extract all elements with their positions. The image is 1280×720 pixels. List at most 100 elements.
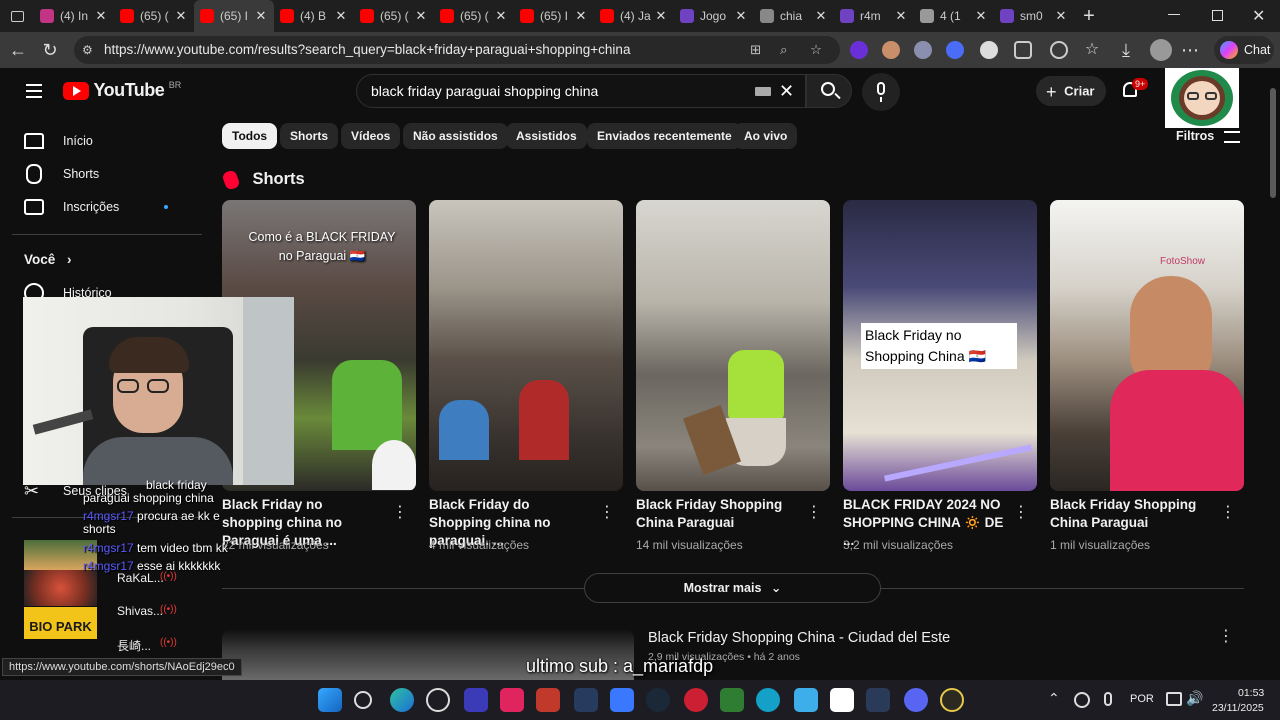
short-thumbnail[interactable] bbox=[636, 200, 830, 491]
language-indicator[interactable]: POR bbox=[1130, 693, 1154, 705]
close-tab-icon[interactable]: ✕ bbox=[974, 8, 988, 24]
app-icon[interactable] bbox=[536, 688, 560, 712]
search-input[interactable]: black friday paraguai shopping china ✕ bbox=[356, 74, 806, 108]
browser-tab[interactable]: sm0 ✕ bbox=[994, 0, 1074, 32]
close-tab-icon[interactable]: ✕ bbox=[174, 8, 188, 24]
clock-time[interactable]: 01:53 bbox=[1238, 687, 1264, 699]
chip-assistidos[interactable]: Assistidos bbox=[506, 123, 587, 149]
close-tab-icon[interactable]: ✕ bbox=[1054, 8, 1068, 24]
site-info-icon[interactable]: ⚙ bbox=[82, 36, 93, 64]
extension-icon[interactable] bbox=[980, 41, 998, 59]
extension-icon[interactable] bbox=[914, 41, 932, 59]
filters-button[interactable]: Filtros bbox=[1176, 129, 1240, 143]
capcut-icon[interactable] bbox=[830, 688, 854, 712]
chip-shorts[interactable]: Shorts bbox=[280, 123, 339, 149]
chip-todos[interactable]: Todos bbox=[222, 123, 278, 149]
close-tab-icon[interactable]: ✕ bbox=[814, 8, 828, 24]
favorites-icon[interactable]: ☆ bbox=[1080, 38, 1104, 62]
notepad-icon[interactable] bbox=[794, 688, 818, 712]
chip-videos[interactable]: Vídeos bbox=[341, 123, 401, 149]
close-tab-icon[interactable]: ✕ bbox=[94, 8, 108, 24]
extensions-puzzle-icon[interactable] bbox=[1014, 41, 1032, 59]
more-options-icon[interactable]: ⋮ bbox=[806, 502, 822, 522]
chip-ao-vivo[interactable]: Ao vivo bbox=[734, 123, 798, 149]
close-tab-icon[interactable]: ✕ bbox=[494, 8, 508, 24]
tray-chevron-icon[interactable]: ⌃ bbox=[1048, 690, 1060, 707]
close-tab-icon[interactable]: ✕ bbox=[654, 8, 668, 24]
close-tab-icon[interactable]: ✕ bbox=[254, 8, 268, 24]
copilot-chat-button[interactable]: Chat bbox=[1214, 36, 1274, 64]
video-title[interactable]: Black Friday Shopping China - Ciudad del… bbox=[648, 630, 950, 646]
refresh-icon[interactable]: ↻ bbox=[38, 38, 62, 62]
app-icon[interactable] bbox=[426, 688, 450, 712]
close-tab-icon[interactable]: ✕ bbox=[894, 8, 908, 24]
app-available-icon[interactable]: ⊞ bbox=[750, 36, 761, 64]
app-icon[interactable] bbox=[610, 688, 634, 712]
close-tab-icon[interactable]: ✕ bbox=[334, 8, 348, 24]
minimize-button[interactable] bbox=[1168, 14, 1180, 15]
maximize-button[interactable] bbox=[1212, 10, 1223, 21]
edge-icon[interactable] bbox=[390, 688, 414, 712]
clock-date[interactable]: 23/11/2025 bbox=[1212, 702, 1264, 714]
tab-actions-icon[interactable] bbox=[0, 0, 34, 32]
channel-avatar[interactable] bbox=[1165, 68, 1239, 128]
app-icon[interactable] bbox=[720, 688, 744, 712]
downloads-icon[interactable]: ⤓ bbox=[1114, 38, 1138, 62]
extension-icon[interactable] bbox=[946, 41, 964, 59]
browser-tab[interactable]: (4) In ✕ bbox=[34, 0, 114, 32]
browser-tab[interactable]: r4m ✕ bbox=[834, 0, 914, 32]
volume-icon[interactable]: 🔊 bbox=[1186, 690, 1203, 707]
premiere-icon[interactable] bbox=[464, 688, 488, 712]
extension-icon[interactable] bbox=[850, 41, 868, 59]
chip-nao-assistidos[interactable]: Não assistidos bbox=[403, 123, 508, 149]
chip-enviados-recentemente[interactable]: Enviados recentemente bbox=[587, 123, 742, 149]
browser-tab[interactable]: 4 (1 ✕ bbox=[914, 0, 994, 32]
browser-tab[interactable]: chia ✕ bbox=[754, 0, 834, 32]
app-icon[interactable] bbox=[684, 688, 708, 712]
short-thumbnail[interactable]: FotoShow bbox=[1050, 200, 1244, 491]
close-tab-icon[interactable]: ✕ bbox=[414, 8, 428, 24]
zoom-icon[interactable]: ⌕ bbox=[780, 36, 788, 64]
browser-tab[interactable]: Jogo ✕ bbox=[674, 0, 754, 32]
close-tab-icon[interactable]: ✕ bbox=[734, 8, 748, 24]
browser-tab[interactable]: (4) Ja ✕ bbox=[594, 0, 674, 32]
page-scrollbar[interactable] bbox=[1266, 68, 1280, 680]
start-icon[interactable] bbox=[318, 688, 342, 712]
new-tab-button[interactable]: + bbox=[1074, 5, 1104, 28]
short-thumbnail[interactable]: Black Friday no Shopping China 🇵🇾 bbox=[843, 200, 1037, 491]
notifications-button[interactable]: 9+ bbox=[1120, 78, 1149, 102]
subscription-channel[interactable]: BIO PARK Shivas... ((•)) bbox=[24, 603, 177, 639]
create-button[interactable]: + Criar bbox=[1036, 76, 1106, 106]
more-menu-icon[interactable]: ⋯ bbox=[1178, 38, 1202, 62]
more-options-icon[interactable]: ⋮ bbox=[599, 502, 615, 522]
address-bar[interactable]: ⚙ https://www.youtube.com/results?search… bbox=[74, 36, 840, 64]
more-options-icon[interactable]: ⋮ bbox=[1220, 502, 1236, 522]
app-icon[interactable] bbox=[574, 688, 598, 712]
sidebar-section-you[interactable]: Você › bbox=[24, 250, 72, 270]
browser-tab[interactable]: (65) I ✕ bbox=[194, 0, 274, 32]
close-window-button[interactable]: ✕ bbox=[1252, 6, 1265, 26]
back-arrow-icon[interactable]: ← bbox=[6, 38, 30, 62]
tray-app-icon[interactable] bbox=[1074, 692, 1090, 708]
search-icon[interactable] bbox=[354, 691, 372, 709]
more-options-icon[interactable]: ⋮ bbox=[1218, 626, 1234, 646]
voice-search-button[interactable] bbox=[862, 73, 900, 111]
close-tab-icon[interactable]: ✕ bbox=[574, 8, 588, 24]
show-more-button[interactable]: Mostrar mais ⌄ bbox=[584, 573, 881, 603]
short-title[interactable]: Black Friday Shopping China Paraguai bbox=[636, 496, 801, 532]
scrollbar-thumb[interactable] bbox=[1270, 88, 1276, 198]
clear-search-icon[interactable]: ✕ bbox=[779, 75, 794, 107]
steam-icon[interactable] bbox=[646, 688, 670, 712]
youtube-logo[interactable]: YouTube BR bbox=[63, 80, 181, 101]
tiktok-icon[interactable] bbox=[500, 688, 524, 712]
app-icon[interactable] bbox=[940, 688, 964, 712]
browser-tab[interactable]: (4) B ✕ bbox=[274, 0, 354, 32]
profile-avatar[interactable] bbox=[1150, 39, 1172, 61]
favorite-star-icon[interactable]: ☆ bbox=[810, 36, 822, 64]
browser-tab[interactable]: (65) (✕ bbox=[354, 0, 434, 32]
network-icon[interactable] bbox=[1166, 692, 1182, 706]
app-icon[interactable] bbox=[866, 688, 890, 712]
browser-tab[interactable]: (65) I ✕ bbox=[514, 0, 594, 32]
short-thumbnail[interactable] bbox=[429, 200, 623, 491]
discord-icon[interactable] bbox=[904, 688, 928, 712]
